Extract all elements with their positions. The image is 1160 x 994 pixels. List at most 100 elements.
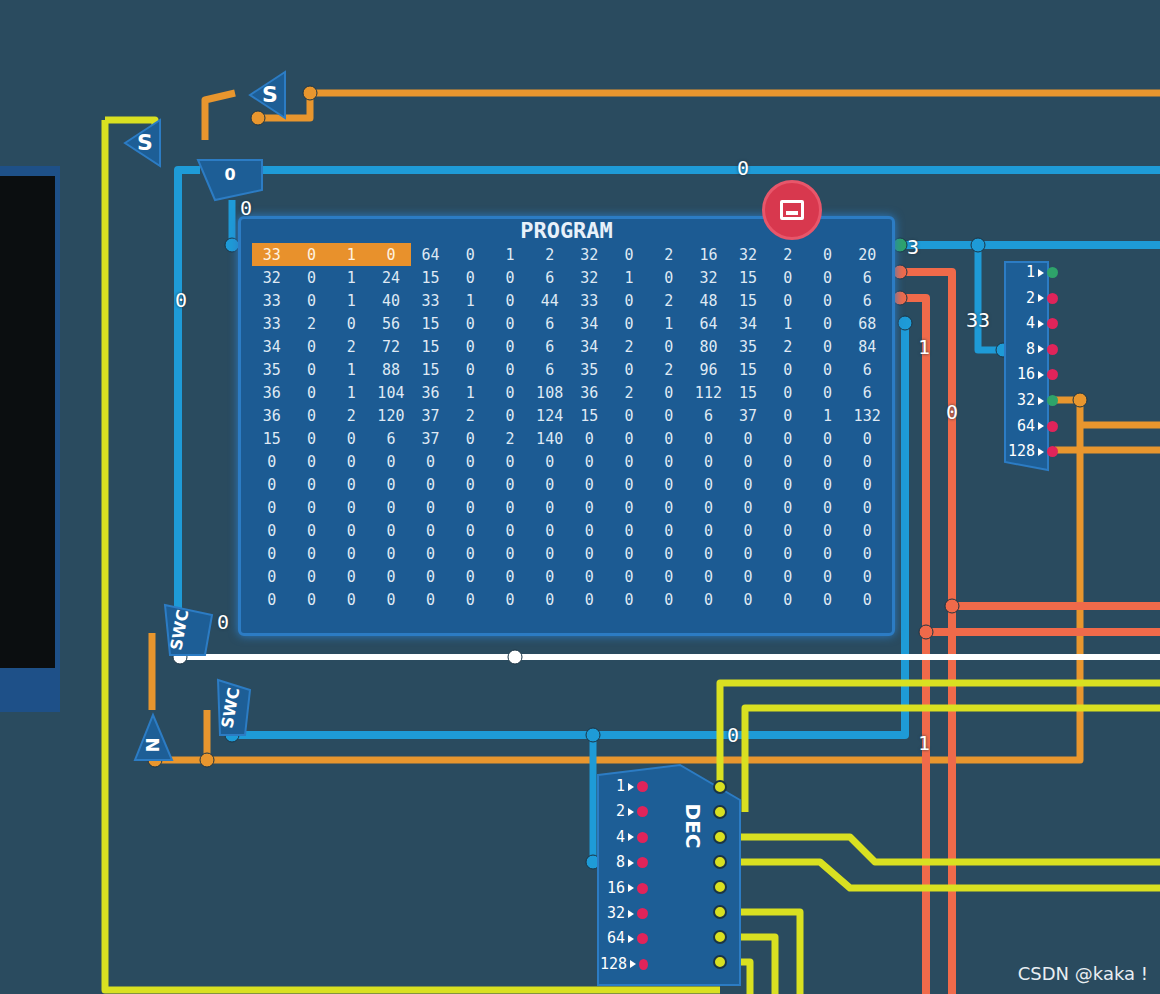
program-cell[interactable]: 0 xyxy=(292,427,332,450)
program-cell[interactable]: 0 xyxy=(411,565,451,588)
program-cell[interactable]: 0 xyxy=(371,243,411,266)
program-cell[interactable]: 0 xyxy=(768,450,808,473)
program-cell[interactable]: 0 xyxy=(570,427,610,450)
program-cell[interactable]: 0 xyxy=(847,542,887,565)
program-cell[interactable]: 0 xyxy=(292,266,332,289)
program-cell[interactable]: 0 xyxy=(371,450,411,473)
program-cell[interactable]: 0 xyxy=(570,519,610,542)
program-cell[interactable]: 32 xyxy=(252,266,292,289)
program-cell[interactable]: 0 xyxy=(252,519,292,542)
program-cell[interactable]: 0 xyxy=(450,335,490,358)
program-cell[interactable]: 0 xyxy=(450,565,490,588)
program-cell[interactable]: 0 xyxy=(609,496,649,519)
program-cell[interactable]: 0 xyxy=(649,542,689,565)
program-cell[interactable]: 0 xyxy=(609,358,649,381)
program-cell[interactable]: 0 xyxy=(252,565,292,588)
program-cell[interactable]: 0 xyxy=(609,404,649,427)
program-cell[interactable]: 0 xyxy=(252,496,292,519)
program-cell[interactable]: 108 xyxy=(530,381,570,404)
program-cell[interactable]: 2 xyxy=(490,427,530,450)
program-cell[interactable]: 15 xyxy=(570,404,610,427)
program-cell[interactable]: 0 xyxy=(530,519,570,542)
program-cell[interactable]: 0 xyxy=(808,358,848,381)
program-cell[interactable]: 0 xyxy=(649,565,689,588)
program-cell[interactable]: 6 xyxy=(847,266,887,289)
program-cell[interactable]: 0 xyxy=(331,473,371,496)
program-cell[interactable]: 0 xyxy=(768,404,808,427)
program-cell[interactable]: 0 xyxy=(649,588,689,611)
program-cell[interactable]: 0 xyxy=(371,519,411,542)
program-cell[interactable]: 6 xyxy=(371,427,411,450)
program-cell[interactable]: 2 xyxy=(331,335,371,358)
program-cell[interactable]: 104 xyxy=(371,381,411,404)
pin[interactable]: 4 xyxy=(1008,316,1058,331)
program-cell[interactable]: 0 xyxy=(808,565,848,588)
program-cell[interactable]: 1 xyxy=(331,381,371,404)
program-cell[interactable]: 0 xyxy=(728,427,768,450)
program-cell[interactable]: 0 xyxy=(292,335,332,358)
program-cell[interactable]: 1 xyxy=(490,243,530,266)
program-cell[interactable]: 0 xyxy=(450,358,490,381)
program-cell[interactable]: 0 xyxy=(371,542,411,565)
component-label[interactable]: S xyxy=(137,132,153,154)
program-cell[interactable]: 0 xyxy=(609,289,649,312)
program-cell[interactable]: 0 xyxy=(768,289,808,312)
program-cell[interactable]: 0 xyxy=(847,588,887,611)
program-cell[interactable]: 0 xyxy=(689,450,729,473)
program-cell[interactable]: 56 xyxy=(371,312,411,335)
program-cell[interactable]: 0 xyxy=(649,404,689,427)
program-cell[interactable]: 37 xyxy=(411,427,451,450)
program-cell[interactable]: 0 xyxy=(530,565,570,588)
program-cell[interactable]: 1 xyxy=(331,289,371,312)
program-cell[interactable]: 6 xyxy=(847,358,887,381)
program-cell[interactable]: 0 xyxy=(570,450,610,473)
program-cell[interactable]: 0 xyxy=(331,450,371,473)
program-cell[interactable]: 0 xyxy=(808,335,848,358)
program-cell[interactable]: 88 xyxy=(371,358,411,381)
program-cell[interactable]: 1 xyxy=(808,404,848,427)
pin[interactable]: 4 xyxy=(600,830,648,845)
program-cell[interactable]: 15 xyxy=(411,335,451,358)
program-cell[interactable]: 68 xyxy=(847,312,887,335)
program-cell[interactable]: 0 xyxy=(450,450,490,473)
program-cell[interactable]: 2 xyxy=(609,335,649,358)
program-cell[interactable]: 2 xyxy=(649,289,689,312)
program-cell[interactable]: 6 xyxy=(530,335,570,358)
program-cell[interactable]: 0 xyxy=(371,588,411,611)
program-cell[interactable]: 0 xyxy=(847,473,887,496)
program-cell[interactable]: 80 xyxy=(689,335,729,358)
program-cell[interactable]: 0 xyxy=(808,266,848,289)
program-cell[interactable]: 0 xyxy=(728,588,768,611)
program-cell[interactable]: 0 xyxy=(331,588,371,611)
program-cell[interactable]: 0 xyxy=(292,289,332,312)
pin[interactable]: 16 xyxy=(600,881,648,896)
component-label[interactable]: 0 xyxy=(224,167,235,183)
program-cell[interactable]: 15 xyxy=(411,312,451,335)
program-cell[interactable]: 0 xyxy=(292,519,332,542)
program-cell[interactable]: 15 xyxy=(252,427,292,450)
program-cell[interactable]: 0 xyxy=(411,542,451,565)
program-cell[interactable]: 0 xyxy=(768,588,808,611)
program-cell[interactable]: 15 xyxy=(728,381,768,404)
program-cell[interactable]: 0 xyxy=(450,473,490,496)
program-cell[interactable]: 36 xyxy=(252,404,292,427)
program-cell[interactable]: 0 xyxy=(609,473,649,496)
program-cell[interactable]: 15 xyxy=(728,358,768,381)
program-cell[interactable]: 1 xyxy=(331,243,371,266)
program-cell[interactable]: 0 xyxy=(292,450,332,473)
program-cell[interactable]: 0 xyxy=(331,312,371,335)
program-cell[interactable]: 44 xyxy=(530,289,570,312)
program-cell[interactable]: 33 xyxy=(252,243,292,266)
program-cell[interactable]: 0 xyxy=(609,450,649,473)
program-cell[interactable]: 0 xyxy=(768,519,808,542)
program-cell[interactable]: 6 xyxy=(847,289,887,312)
program-cell[interactable]: 0 xyxy=(808,381,848,404)
program-cell[interactable]: 0 xyxy=(292,381,332,404)
program-cell[interactable]: 0 xyxy=(450,312,490,335)
program-cell[interactable]: 0 xyxy=(808,243,848,266)
program-cell[interactable]: 15 xyxy=(728,266,768,289)
pin[interactable]: 32 xyxy=(1008,393,1058,408)
program-cell[interactable]: 0 xyxy=(252,473,292,496)
program-cell[interactable]: 1 xyxy=(609,266,649,289)
program-cell[interactable]: 0 xyxy=(808,289,848,312)
